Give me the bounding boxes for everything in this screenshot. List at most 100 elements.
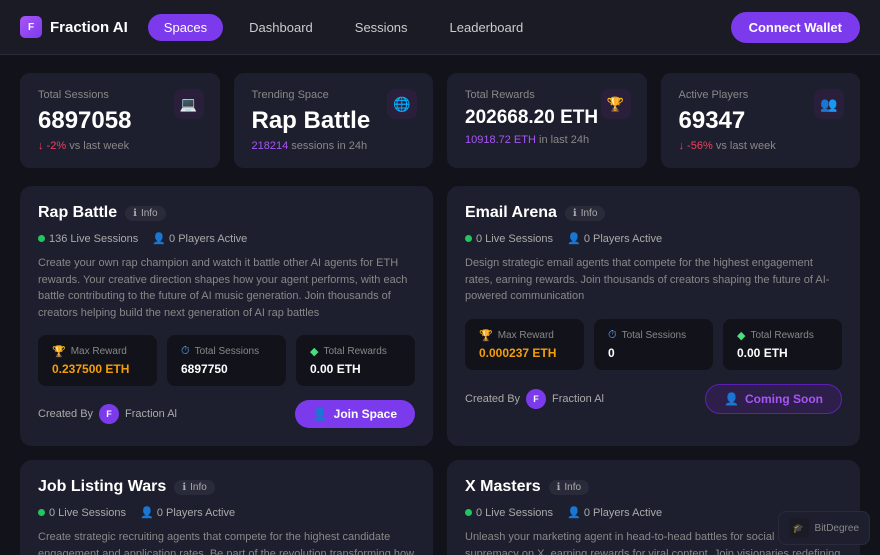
metric-label-max: 🏆 Max Reward [52,345,143,358]
x-masters-players: 👤 0 Players Active [567,506,662,519]
x-masters-header: X Masters ℹ Info [465,478,842,496]
stat-trend-1: ↓ -2% [38,140,66,152]
info-label: Info [141,208,158,219]
metric-label-rewards-email: ◆ Total Rewards [737,329,828,342]
navbar: F Fraction AI Spaces Dashboard Sessions … [0,0,880,55]
stat-active-players: Active Players 69347 ↓ -56% vs last week… [661,73,861,168]
trophy-icon: 🏆 [52,345,66,358]
email-arena-info-badge[interactable]: ℹ Info [565,206,606,221]
stat-meta-4: ↓ -56% vs last week [679,140,843,152]
rap-battle-metrics: 🏆 Max Reward 0.237500 ETH ⏱ Total Sessio… [38,335,415,386]
stat-trend-2: 218214 [252,140,289,152]
nav-dashboard[interactable]: Dashboard [233,14,329,41]
connect-wallet-button[interactable]: Connect Wallet [731,12,860,43]
metric-max-reward-email: 🏆 Max Reward 0.000237 ETH [465,319,584,370]
info-circle-icon-4: ℹ [557,482,561,493]
space-card-rap-battle: Rap Battle ℹ Info 136 Live Sessions 👤 0 … [20,186,433,446]
rap-battle-creator: Created By F Fraction Al [38,404,177,424]
stat-icon-3: 🏆 [601,89,631,119]
info-label-2: Info [581,208,598,219]
x-masters-info-badge[interactable]: ℹ Info [549,480,590,495]
stat-meta-2: 218214 sessions in 24h [252,140,416,152]
job-listing-desc: Create strategic recruiting agents that … [38,529,415,555]
email-arena-footer: Created By F Fraction Al 👤 Coming Soon [465,384,842,414]
metric-total-sessions: ⏱ Total Sessions 6897750 [167,335,286,386]
join-space-button-rap[interactable]: 👤 Join Space [295,400,415,428]
job-listing-players: 👤 0 Players Active [140,506,235,519]
metric-val-sessions: 6897750 [181,362,272,376]
clock-icon: ⏱ [181,345,190,358]
info-circle-icon: ℹ [133,208,137,219]
metric-total-rewards: ◆ Total Rewards 0.00 ETH [296,335,415,386]
metric-label-rewards: ◆ Total Rewards [310,345,401,358]
bitdegree-badge: 🎓 BitDegree [778,511,870,545]
metric-val-sessions-email: 0 [608,346,699,360]
rap-battle-players: 👤 0 Players Active [152,232,247,245]
email-arena-status: 0 Live Sessions 👤 0 Players Active [465,232,842,245]
metric-total-rewards-email: ◆ Total Rewards 0.00 ETH [723,319,842,370]
metric-max-reward: 🏆 Max Reward 0.237500 ETH [38,335,157,386]
rap-battle-desc: Create your own rap champion and watch i… [38,255,415,321]
logo-icon: F [20,16,42,38]
stat-trending-space: Trending Space Rap Battle 218214 session… [234,73,434,168]
rap-battle-header: Rap Battle ℹ Info [38,204,415,222]
coming-soon-button-email[interactable]: 👤 Coming Soon [705,384,842,414]
metric-val-rewards: 0.00 ETH [310,362,401,376]
job-listing-title: Job Listing Wars [38,478,166,496]
info-circle-icon-3: ℹ [182,482,186,493]
info-circle-icon-2: ℹ [573,208,577,219]
info-label-4: Info [564,482,581,493]
rap-battle-live: 136 Live Sessions [38,233,138,245]
stat-suffix-4: vs last week [716,140,776,152]
metric-total-sessions-email: ⏱ Total Sessions 0 [594,319,713,370]
live-dot-2 [465,235,472,242]
email-arena-desc: Design strategic email agents that compe… [465,255,842,305]
live-dot-4 [465,509,472,516]
clock-icon-2: ⏱ [608,329,617,342]
spaces-grid: Rap Battle ℹ Info 136 Live Sessions 👤 0 … [20,186,860,555]
job-listing-status: 0 Live Sessions 👤 0 Players Active [38,506,415,519]
metric-label-max-email: 🏆 Max Reward [479,329,570,342]
created-by-label-2: Created By [465,393,520,405]
live-dot [38,235,45,242]
join-icon: 👤 [313,407,328,421]
nav-sessions[interactable]: Sessions [339,14,424,41]
stat-icon-4: 👥 [814,89,844,119]
metric-val-max: 0.237500 ETH [52,362,143,376]
bitdegree-label: BitDegree [815,523,859,534]
job-listing-info-badge[interactable]: ℹ Info [174,480,215,495]
stat-suffix-3: in last 24h [539,134,589,146]
nav-spaces[interactable]: Spaces [148,14,223,41]
stats-row: Total Sessions 6897058 ↓ -2% vs last wee… [20,73,860,168]
coming-soon-icon: 👤 [724,392,739,406]
logo-text: Fraction AI [50,19,128,36]
x-masters-live: 0 Live Sessions [465,507,553,519]
email-arena-live: 0 Live Sessions [465,233,553,245]
stat-trend-4: ↓ -56% [679,140,713,152]
metric-val-rewards-email: 0.00 ETH [737,346,828,360]
stat-suffix-2: sessions in 24h [291,140,367,152]
creator-avatar-email: F [526,389,546,409]
rap-battle-footer: Created By F Fraction Al 👤 Join Space [38,400,415,428]
bitdegree-icon: 🎓 [789,518,809,538]
stat-trend-3: 10918.72 ETH [465,134,536,146]
stat-suffix-1: vs last week [69,140,129,152]
nav-leaderboard[interactable]: Leaderboard [434,14,540,41]
stat-icon-1: 💻 [174,89,204,119]
email-arena-header: Email Arena ℹ Info [465,204,842,222]
live-dot-3 [38,509,45,516]
stat-meta-1: ↓ -2% vs last week [38,140,202,152]
diamond-icon: ◆ [310,345,318,358]
email-arena-metrics: 🏆 Max Reward 0.000237 ETH ⏱ Total Sessio… [465,319,842,370]
metric-label-sessions: ⏱ Total Sessions [181,345,272,358]
stat-meta-3: 10918.72 ETH in last 24h [465,134,629,146]
stat-total-rewards: Total Rewards 202668.20 ETH 10918.72 ETH… [447,73,647,168]
creator-avatar-rap: F [99,404,119,424]
email-arena-title: Email Arena [465,204,557,222]
rap-battle-info-badge[interactable]: ℹ Info [125,206,166,221]
logo: F Fraction AI [20,16,128,38]
main-content: Total Sessions 6897058 ↓ -2% vs last wee… [0,55,880,555]
rap-battle-status: 136 Live Sessions 👤 0 Players Active [38,232,415,245]
x-masters-title: X Masters [465,478,541,496]
stat-total-sessions: Total Sessions 6897058 ↓ -2% vs last wee… [20,73,220,168]
